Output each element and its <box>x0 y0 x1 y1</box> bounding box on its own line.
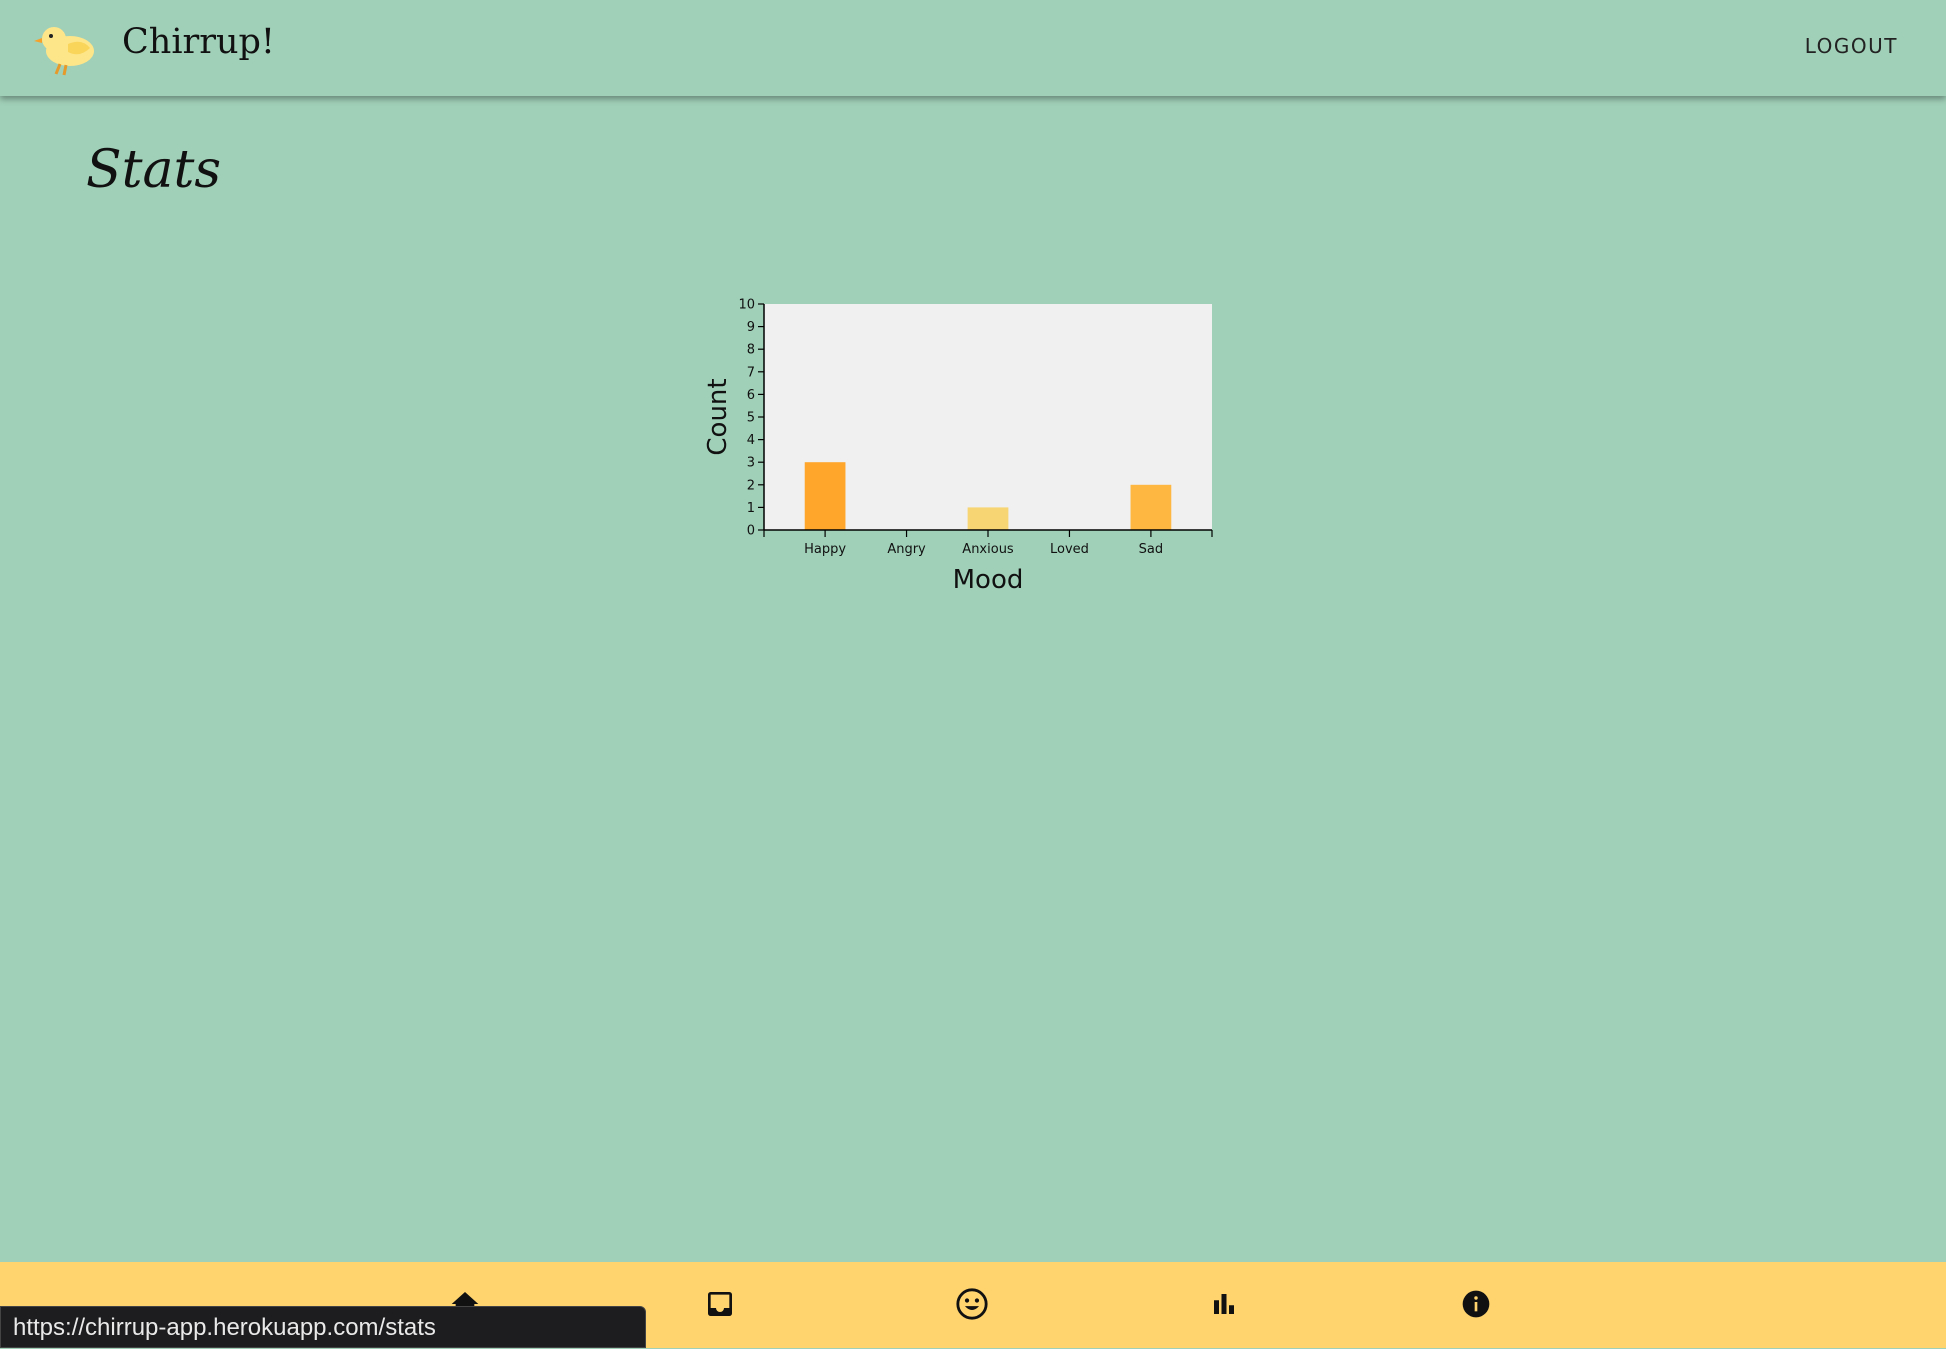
y-tick-label: 8 <box>747 343 755 358</box>
x-tick-label: Anxious <box>962 542 1014 557</box>
y-tick-label: 6 <box>747 388 755 403</box>
logout-button[interactable]: LOGOUT <box>1805 34 1898 58</box>
y-tick-label: 7 <box>747 365 755 380</box>
status-bar-url: https://chirrup-app.herokuapp.com/stats <box>0 1306 646 1348</box>
x-axis-label: Mood <box>953 565 1024 595</box>
y-tick-label: 0 <box>747 524 755 539</box>
inbox-icon <box>708 1292 732 1316</box>
x-tick-label: Sad <box>1139 542 1163 557</box>
y-tick-label: 5 <box>747 411 755 426</box>
x-tick-label: Happy <box>804 542 846 557</box>
app-header: Chirrup! LOGOUT <box>0 0 1946 96</box>
y-axis-label: Count <box>703 378 733 455</box>
bar-chart-icon <box>1214 1294 1234 1314</box>
y-tick-label: 3 <box>747 456 755 471</box>
mood-bar-chart: 0 1 2 3 4 5 6 7 8 9 10 Happy Angry Anxious Loved Sad Moo… <box>703 298 1213 595</box>
nav-inbox-button[interactable] <box>696 1280 744 1328</box>
mood-chart: 0 1 2 3 4 5 6 7 8 9 10 Happy Angry Anxious Loved Sad Moo… <box>690 292 1240 612</box>
y-tick-label: 10 <box>738 298 755 313</box>
smiley-icon <box>956 1288 988 1320</box>
y-tick-label: 4 <box>747 433 755 448</box>
nav-mood-button[interactable] <box>948 1280 996 1328</box>
y-tick-label: 2 <box>747 478 755 493</box>
bar-happy <box>804 462 846 530</box>
x-tick-label: Loved <box>1050 542 1089 557</box>
nav-stats-button[interactable] <box>1200 1280 1248 1328</box>
y-tick-label: 1 <box>747 501 755 516</box>
page-title: Stats <box>86 140 222 200</box>
x-tick-label: Angry <box>887 542 926 557</box>
info-icon <box>1462 1290 1490 1318</box>
bar-anxious <box>967 507 1009 530</box>
bar-sad <box>1130 484 1172 530</box>
chick-logo-icon <box>34 27 94 76</box>
app-title: Chirrup! <box>122 22 275 62</box>
nav-info-button[interactable] <box>1452 1280 1500 1328</box>
y-tick-label: 9 <box>747 320 755 335</box>
